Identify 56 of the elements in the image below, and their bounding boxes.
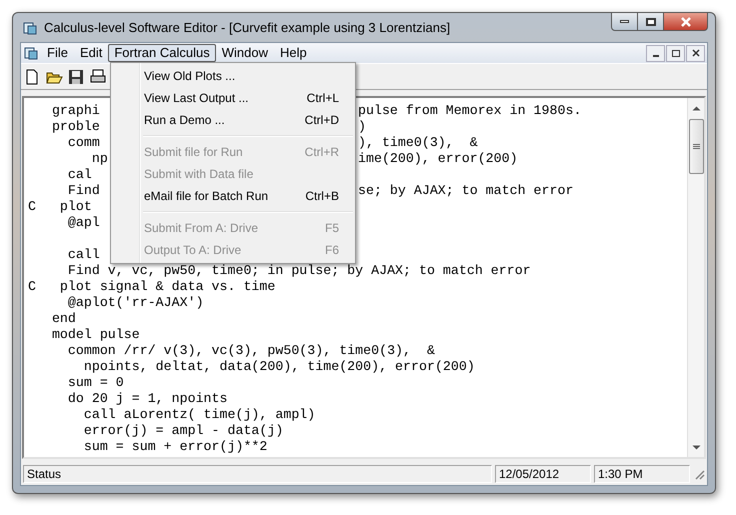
dropdown-item[interactable]: Run a Demo ... Ctrl+D [111,109,355,131]
code-line: pulse from Memorex in 1980s. [358,103,582,118]
dropdown-item[interactable]: View Last Output ... Ctrl+L [111,87,355,109]
code-line: end [50,311,76,326]
code-line: proble [50,119,100,134]
close-icon [692,49,700,57]
printer-icon[interactable] [89,68,107,86]
dropdown-item[interactable]: eMail file for Batch Run Ctrl+B [111,185,355,207]
code-line: call aLorentz( time(j), ampl) [82,407,316,422]
code-line: @apl [66,215,100,230]
minimize-button[interactable] [611,12,638,31]
code-line: ime(200), error(200) [358,151,518,166]
resize-grip-icon[interactable] [693,468,705,480]
code-line: comm [66,135,100,150]
code-line: C plot [28,199,92,214]
child-minimize-button[interactable] [646,44,665,62]
code-line: cal [66,167,92,182]
code-line: @aplot('rr-AJAX') [66,295,204,310]
code-line: error(j) = ampl - data(j) [82,423,284,438]
dropdown-item[interactable]: View Old Plots ... [111,65,355,87]
code-line: model pulse [50,327,140,342]
app-icon [23,45,39,61]
menu-item[interactable]: File [41,44,74,62]
scrollbar-thumb[interactable] [688,119,704,174]
code-line: Find v, vc, pw50, time0; in pulse; by AJAX; to match error [66,263,531,278]
menu-item[interactable]: Help [274,44,313,62]
menu-item[interactable]: Edit [74,44,108,62]
child-restore-button[interactable] [666,44,685,62]
code-line: sum = 0 [66,375,124,390]
status-pane: 12/05/2012 [495,464,591,482]
close-button[interactable] [664,12,708,31]
code-line: ), time0(3), & [358,135,478,150]
window-title: Calculus-level Software Editor - [Curvefit example using 3 Lorentzians] [44,18,450,37]
code-line: sum = sum + error(j)**2 [82,439,268,454]
vertical-scrollbar[interactable] [687,98,704,457]
status-pane: 1:30 PM [594,464,690,482]
menu-item[interactable]: Window [216,44,274,62]
code-line: graphi [50,103,100,118]
save-icon[interactable] [67,68,85,86]
code-line: common /rr/ v(3), vc(3), pw50(3), time0(3), & [66,343,435,358]
code-line: npoints, deltat, data(200), time(200), error(200) [82,359,475,374]
close-icon [680,16,692,26]
code-line: se; by AJAX; to match error [358,183,574,198]
scroll-up-icon[interactable] [692,105,700,111]
code-line: call [66,247,100,262]
code-line: ) [358,119,366,134]
app-icon [22,20,38,36]
code-line: np [90,151,108,166]
menu-item[interactable]: Fortran Calculus [108,44,216,62]
scroll-down-icon[interactable] [692,445,700,451]
code-line: Find [66,183,100,198]
status-pane: Status [23,464,492,482]
code-line: do 20 j = 1, npoints [66,391,228,406]
code-line: C plot signal & data vs. time [28,279,276,294]
child-close-button[interactable] [686,44,705,62]
maximize-button[interactable] [638,12,664,31]
